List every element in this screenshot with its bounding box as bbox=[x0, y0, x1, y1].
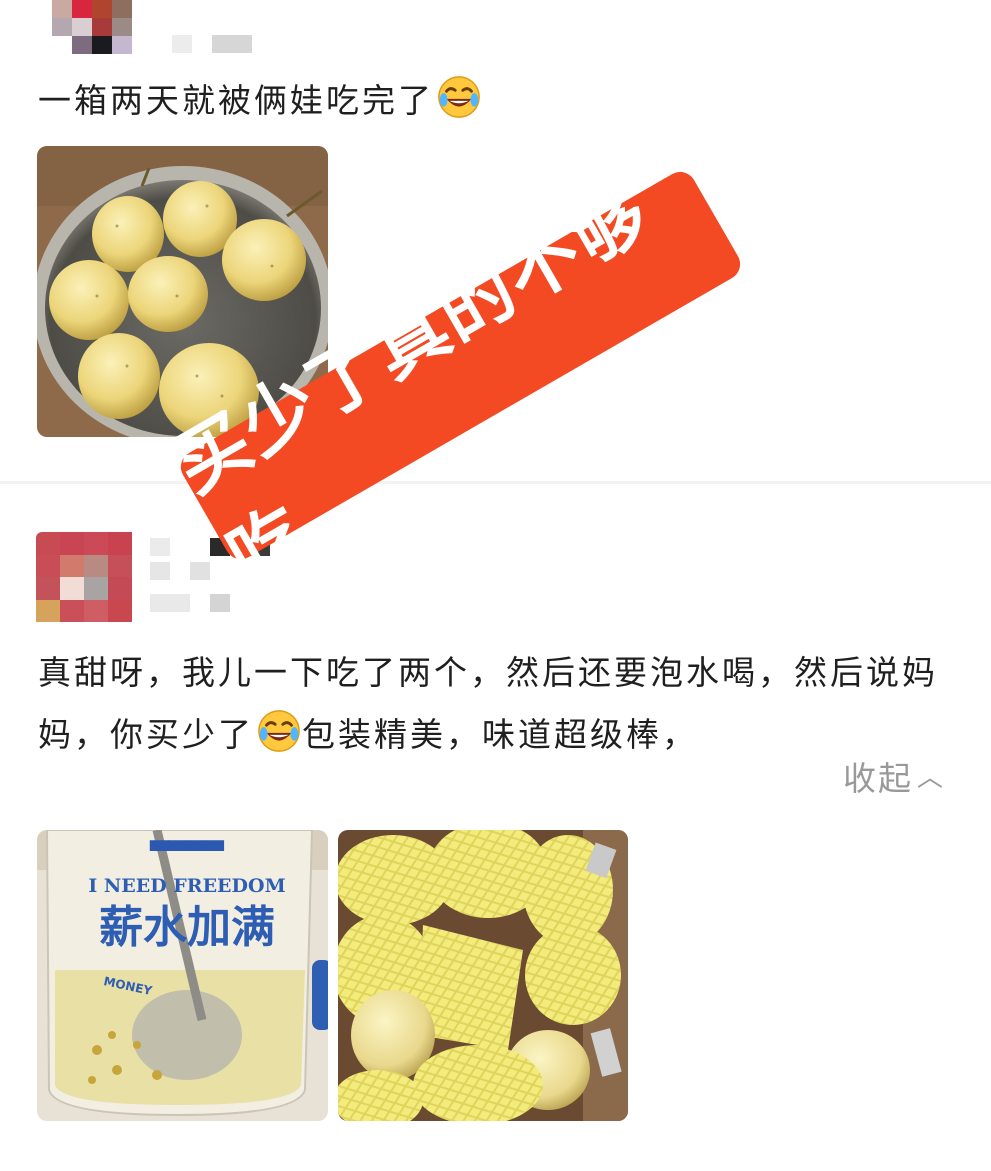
review-photo[interactable] bbox=[338, 830, 628, 1121]
chevron-up-icon: ︿ bbox=[916, 763, 945, 793]
laughing-tears-emoji-icon bbox=[438, 76, 480, 118]
fruit-box-image bbox=[338, 830, 628, 1121]
collapse-button[interactable]: 收起 ︿ bbox=[802, 752, 945, 800]
cup-text-en: I NEED FREEDOM bbox=[88, 875, 285, 897]
laughing-tears-emoji-icon bbox=[258, 710, 300, 752]
avatar[interactable] bbox=[52, 0, 132, 54]
username bbox=[172, 35, 252, 53]
cup-text-cn: 薪水加满 bbox=[99, 902, 275, 953]
review-card-2: 真甜呀，我儿一下吃了两个，然后还要泡水喝，然后说妈妈，你买少了 包装精美，味道超… bbox=[0, 484, 991, 1171]
review-text: 一箱两天就被俩娃吃完了 bbox=[38, 70, 482, 132]
review-photo[interactable]: ▃▃▃▃ I NEED FREEDOM 薪水加满 MONEY bbox=[37, 830, 328, 1121]
svg-text:▃▃▃▃: ▃▃▃▃ bbox=[149, 830, 224, 851]
review-meta bbox=[150, 594, 230, 612]
avatar[interactable] bbox=[36, 532, 132, 622]
glass-cup-image: ▃▃▃▃ I NEED FREEDOM 薪水加满 MONEY bbox=[37, 830, 328, 1121]
collapse-label: 收起 bbox=[842, 759, 913, 798]
username-extra bbox=[150, 562, 210, 580]
review-text: 真甜呀，我儿一下吃了两个，然后还要泡水喝，然后说妈妈，你买少了 包装精美，味道超… bbox=[38, 653, 938, 754]
